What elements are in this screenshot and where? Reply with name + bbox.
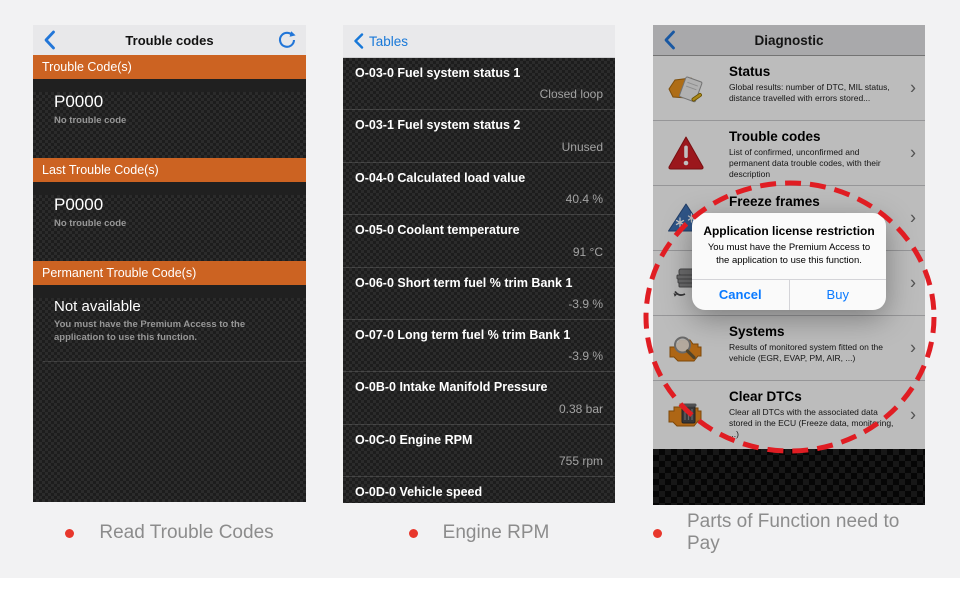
navbar: Tables <box>343 25 615 58</box>
pid-value: Unused <box>562 140 603 154</box>
back-button[interactable]: Tables <box>353 33 408 49</box>
cancel-button[interactable]: Cancel <box>692 280 790 310</box>
trouble-codes-screen: Trouble codes Trouble Code(s) P0000 No t… <box>33 25 306 502</box>
back-button[interactable] <box>662 30 676 50</box>
section-header-last-trouble-codes: Last Trouble Code(s) <box>33 158 306 182</box>
trouble-code-value: P0000 <box>54 92 306 112</box>
divider <box>43 361 306 362</box>
caption-label: Parts of Function need to Pay <box>687 511 925 555</box>
caption-read-trouble-codes: Read Trouble Codes <box>33 518 306 548</box>
menu-item-clear-dtcs[interactable]: Clear DTCs Clear all DTCs with the assoc… <box>653 381 925 449</box>
section-header-trouble-codes: Trouble Code(s) <box>33 55 306 79</box>
permanent-code-value: Not available <box>54 298 306 315</box>
pid-value: 91 °C <box>573 245 603 259</box>
menu-item-trouble-codes[interactable]: Trouble codes List of confirmed, unconfi… <box>653 121 925 186</box>
screen-bottom-filler <box>653 449 925 505</box>
table-row[interactable]: O-0C-0 Engine RPM 755 rpm <box>343 425 615 477</box>
chevron-right-icon: › <box>910 273 916 294</box>
red-bullet-icon <box>409 529 418 538</box>
dialog-buttons: Cancel Buy <box>692 279 886 310</box>
trouble-code-desc: No trouble code <box>54 114 259 127</box>
section-header-permanent-trouble-codes: Permanent Trouble Code(s) <box>33 261 306 285</box>
bottom-white-strip <box>0 578 960 591</box>
pid-value: 40.4 % <box>566 192 603 206</box>
menu-item-status[interactable]: Status Global results: number of DTC, MI… <box>653 56 925 121</box>
chevron-left-icon <box>42 30 56 50</box>
pid-value: 755 rpm <box>559 454 603 468</box>
chevron-left-icon <box>662 30 676 50</box>
license-restriction-dialog: Application license restriction You must… <box>692 213 886 310</box>
page-title: Trouble codes <box>125 33 213 48</box>
pid-value: -3.9 % <box>568 349 603 363</box>
last-trouble-code-desc: No trouble code <box>54 217 259 230</box>
back-button[interactable] <box>42 30 56 50</box>
caption-label: Engine RPM <box>443 522 550 544</box>
menu-item-systems[interactable]: Systems Results of monitored system fitt… <box>653 316 925 381</box>
pid-value: -3.9 % <box>568 297 603 311</box>
chevron-right-icon: › <box>910 143 916 164</box>
pid-list: O-03-0 Fuel system status 1 Closed loop … <box>343 58 615 503</box>
last-trouble-code-value: P0000 <box>54 195 306 215</box>
chevron-right-icon: › <box>910 208 916 229</box>
caption-parts-need-pay: Parts of Function need to Pay <box>653 518 925 548</box>
section-permanent-trouble-codes[interactable]: Not available You must have the Premium … <box>33 298 306 502</box>
clear-dtcs-icon <box>665 392 707 434</box>
table-row[interactable]: O-05-0 Coolant temperature 91 °C <box>343 215 615 267</box>
buy-button[interactable]: Buy <box>790 280 887 310</box>
chevron-right-icon: › <box>910 338 916 359</box>
table-row[interactable]: O-03-0 Fuel system status 1 Closed loop <box>343 58 615 110</box>
table-row[interactable]: O-06-0 Short term fuel % trim Bank 1 -3.… <box>343 268 615 320</box>
refresh-button[interactable] <box>277 30 297 50</box>
chevron-left-icon <box>353 33 364 49</box>
chevron-right-icon: › <box>910 405 916 426</box>
red-bullet-icon <box>65 529 74 538</box>
diagnostic-screen: Diagnostic Status Global results: number… <box>653 25 925 505</box>
warning-triangle-icon <box>665 132 707 174</box>
permanent-code-desc: You must have the Premium Access to the … <box>54 318 259 345</box>
tables-screen: Tables O-03-0 Fuel system status 1 Close… <box>343 25 615 503</box>
pid-value: Closed loop <box>540 87 603 101</box>
page-title: Diagnostic <box>754 33 823 48</box>
table-row[interactable]: O-03-1 Fuel system status 2 Unused <box>343 110 615 162</box>
red-bullet-icon <box>653 529 662 538</box>
caption-label: Read Trouble Codes <box>99 522 273 544</box>
table-row[interactable]: O-04-0 Calculated load value 40.4 % <box>343 163 615 215</box>
table-row[interactable]: O-0B-0 Intake Manifold Pressure 0.38 bar <box>343 372 615 424</box>
dialog-title: Application license restriction <box>692 213 886 242</box>
status-icon <box>665 67 707 109</box>
page: Trouble codes Trouble Code(s) P0000 No t… <box>0 0 960 591</box>
dialog-body: You must have the Premium Access to the … <box>692 242 886 279</box>
back-label: Tables <box>369 34 408 49</box>
refresh-icon <box>277 30 297 50</box>
navbar: Diagnostic <box>653 25 925 56</box>
section-trouble-codes[interactable]: P0000 No trouble code <box>33 92 306 158</box>
section-last-trouble-codes[interactable]: P0000 No trouble code <box>33 195 306 261</box>
navbar: Trouble codes <box>33 25 306 55</box>
caption-engine-rpm: Engine RPM <box>343 518 615 548</box>
pid-value: 0.38 bar <box>559 402 603 416</box>
table-row[interactable]: O-0D-0 Vehicle speed <box>343 477 615 503</box>
table-row[interactable]: O-07-0 Long term fuel % trim Bank 1 -3.9… <box>343 320 615 372</box>
chevron-right-icon: › <box>910 78 916 99</box>
systems-icon <box>665 327 707 369</box>
